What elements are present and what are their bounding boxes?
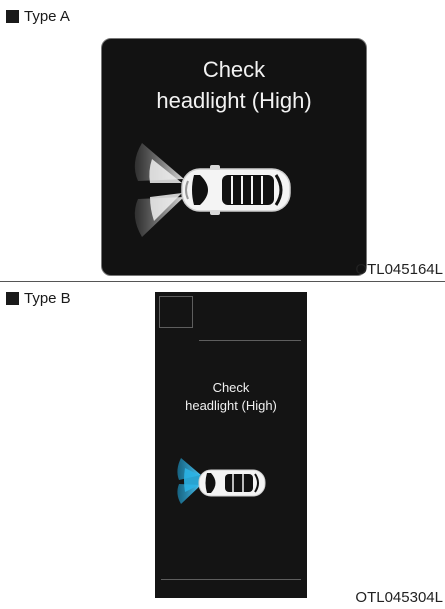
type-a-cluster-display: Check headlight (High) [101,38,367,276]
type-b-cluster-display: Check headlight (High) [155,292,307,598]
headlight-beam-icon [134,143,184,237]
type-b-figure-code: OTL045304L [355,589,443,606]
section-divider [0,281,445,282]
type-b-car-graphic [177,458,266,504]
type-a-label-text: Type A [24,8,70,25]
type-b-label-text: Type B [24,290,71,307]
bullet-square-icon [6,292,19,305]
type-a-figure-code: OTL045164L [355,261,443,278]
type-a-section: Type A Check headlight (High) OTL045164L [0,0,445,281]
car-icon [198,469,266,497]
headlight-beam-icon [177,458,201,504]
type-a-car-graphic [134,143,291,237]
car-icon [181,165,291,215]
type-b-label: Type B [6,290,71,307]
bullet-square-icon [6,10,19,23]
type-a-label: Type A [6,8,70,25]
type-b-section: Type B Check headlight (High) OTL045304L [0,283,445,609]
